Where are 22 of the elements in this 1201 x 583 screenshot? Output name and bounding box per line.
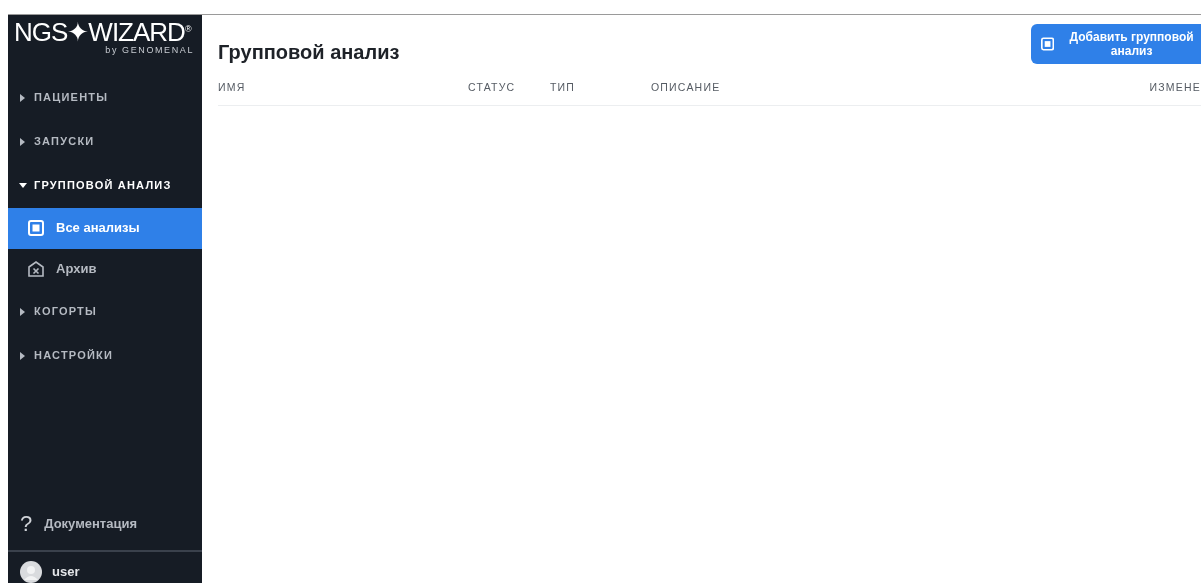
column-header: СТАТУС — [468, 79, 517, 95]
sidebar-section[interactable]: ПАЦИЕНТЫ — [8, 75, 202, 120]
column-header: ТИП — [550, 79, 577, 95]
sidebar-item[interactable]: Все анализы — [8, 207, 202, 249]
logo-text: NGS✦WIZARD$^{®}$ — [14, 17, 191, 47]
archive-icon — [28, 261, 44, 278]
help-icon: ? — [20, 507, 33, 540]
column-header: ОПИСАНИЕ — [651, 79, 722, 95]
sidebar-section[interactable]: ГРУППОВОЙ АНАЛИЗ — [8, 163, 202, 208]
user-name[interactable]: user — [52, 562, 80, 582]
documentation-link[interactable]: ? Документация — [8, 507, 202, 550]
page-title: Групповой анализ — [218, 40, 400, 64]
sidebar-item[interactable]: Архив — [8, 248, 202, 290]
column-header: ИМЯ — [218, 79, 247, 95]
column-header: ИЗМЕНЕ — [1149, 79, 1201, 95]
sidebar-section[interactable]: ЗАПУСКИ — [8, 119, 202, 164]
logo-subtitle: by GENOMENAL — [104, 44, 194, 58]
documentation-label: Документация — [44, 514, 138, 533]
sidebar-section[interactable]: КОГОРТЫ — [8, 289, 202, 334]
sidebar-section[interactable]: НАСТРОЙКИ — [8, 333, 202, 378]
avatar-icon — [20, 561, 42, 583]
add-button[interactable]: Добавить групповой анализ — [1031, 24, 1201, 64]
